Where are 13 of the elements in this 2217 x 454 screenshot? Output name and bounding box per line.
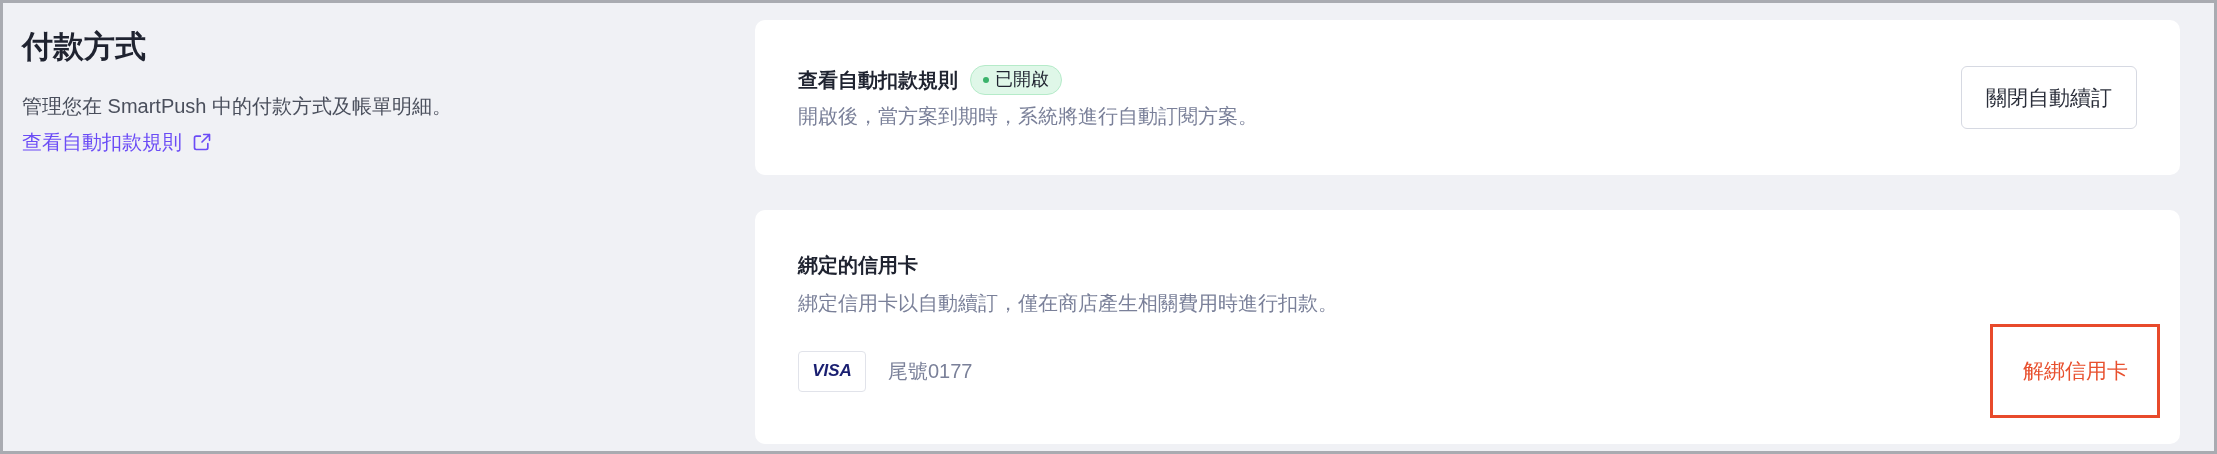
external-link-icon <box>192 132 212 152</box>
section-title: 付款方式 <box>22 28 147 66</box>
card-title: 綁定的信用卡 <box>798 253 919 278</box>
card-description: 綁定信用卡以自動續訂，僅在商店產生相關費用時進行扣款。 <box>798 291 1339 316</box>
status-badge: 已開啟 <box>970 64 1062 95</box>
unbind-card-button[interactable]: 解綁信用卡 <box>1990 324 2160 418</box>
disable-auto-renew-button[interactable]: 關閉自動續訂 <box>1961 66 2137 129</box>
section-description: 管理您在 SmartPush 中的付款方式及帳單明細。 <box>22 94 454 119</box>
card-number: 尾號0177 <box>888 359 973 384</box>
visa-logo: VISA <box>798 350 866 392</box>
card-title: 查看自動扣款規則 <box>798 67 958 93</box>
card-description: 開啟後，當方案到期時，系統將進行自動訂閱方案。 <box>798 103 1258 129</box>
rules-link[interactable]: 查看自動扣款規則 <box>22 127 212 157</box>
